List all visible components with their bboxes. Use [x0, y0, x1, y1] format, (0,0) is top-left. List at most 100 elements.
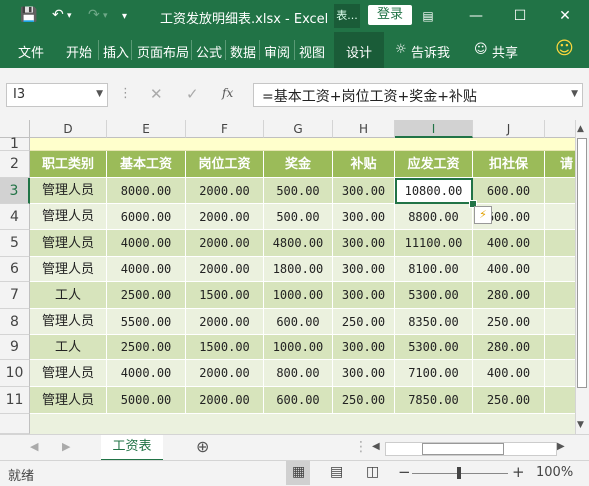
table-cell[interactable]: 4000.00	[107, 230, 186, 257]
table-cell[interactable]: 管理人员	[30, 257, 107, 282]
header-cell[interactable]: 基本工资	[107, 151, 186, 178]
tab-review[interactable]: 审阅	[264, 42, 290, 61]
row-header-2[interactable]: 2	[0, 151, 30, 178]
col-header-h[interactable]: H	[333, 120, 395, 138]
page-break-view-icon[interactable]: ◫	[366, 464, 379, 480]
zoom-in-icon[interactable]: +	[512, 463, 525, 481]
table-cell[interactable]: 400.00	[473, 230, 545, 257]
table-cell[interactable]: 8000.00	[107, 178, 186, 204]
ribbon-display-options-icon[interactable]: ▤	[418, 7, 438, 25]
formula-input[interactable]: =基本工资+岗位工资+奖金+补贴 ▼	[253, 83, 583, 107]
col-header-j[interactable]: J	[473, 120, 545, 138]
table-cell[interactable]: 300.00	[333, 335, 395, 360]
table-cell[interactable]: 400.00	[473, 360, 545, 387]
header-cell[interactable]: 职工类别	[30, 151, 107, 178]
tab-view[interactable]: 视图	[299, 42, 325, 61]
tab-formulas[interactable]: 公式	[196, 42, 222, 61]
header-cell[interactable]: 应发工资	[395, 151, 473, 178]
scroll-sheets-right-icon[interactable]: ▶	[62, 440, 70, 453]
table-cell[interactable]: 8100.00	[395, 257, 473, 282]
page-layout-view-icon[interactable]: ▤	[330, 464, 343, 480]
table-cell[interactable]: 2000.00	[186, 178, 264, 204]
table-cell[interactable]: 管理人员	[30, 360, 107, 387]
undo-dropdown-icon[interactable]: ▾	[67, 11, 72, 21]
row-header-5[interactable]: 5	[0, 230, 30, 257]
table-cell[interactable]: 1800.00	[264, 257, 333, 282]
vscroll-up-icon[interactable]: ▲	[577, 124, 584, 134]
table-cell[interactable]: 1500.00	[186, 335, 264, 360]
table-cell[interactable]: 250.00	[333, 309, 395, 335]
zoom-slider-thumb[interactable]	[457, 467, 461, 479]
vertical-scrollbar-thumb[interactable]	[577, 138, 587, 388]
row-header-12[interactable]	[0, 414, 30, 434]
table-cell[interactable]: 280.00	[473, 282, 545, 309]
table-cell[interactable]: 2500.00	[107, 335, 186, 360]
table-cell[interactable]: 5300.00	[395, 335, 473, 360]
col-header-i[interactable]: I	[395, 120, 473, 138]
maximize-icon[interactable]: ☐	[510, 7, 530, 25]
table-cell[interactable]: 2000.00	[186, 204, 264, 230]
minimize-icon[interactable]: —	[466, 7, 486, 25]
table-cell[interactable]: 2000.00	[186, 387, 264, 414]
table-cell[interactable]: 500.00	[264, 178, 333, 204]
table-cell[interactable]: 250.00	[333, 387, 395, 414]
col-header-d[interactable]: D	[30, 120, 107, 138]
table-cell[interactable]: 600.00	[264, 309, 333, 335]
table-cell[interactable]: 300.00	[333, 230, 395, 257]
table-cell[interactable]: 5300.00	[395, 282, 473, 309]
table-cell[interactable]: 800.00	[264, 360, 333, 387]
table-cell[interactable]: 250.00	[473, 387, 545, 414]
insert-function-icon[interactable]: fx	[222, 86, 233, 100]
table-cell[interactable]: 5500.00	[107, 309, 186, 335]
header-cell[interactable]: 岗位工资	[186, 151, 264, 178]
table-cell[interactable]: 1000.00	[264, 335, 333, 360]
table-cell[interactable]: 11100.00	[395, 230, 473, 257]
tab-design[interactable]: 设计	[346, 42, 372, 61]
customize-toolbar-icon[interactable]: ▾	[122, 11, 127, 22]
table-cell[interactable]: 工人	[30, 335, 107, 360]
row-header-11[interactable]: 11	[0, 387, 30, 414]
name-box-dropdown-icon[interactable]: ▼	[96, 89, 103, 99]
table-tools-context-tab[interactable]: 表...	[334, 4, 360, 28]
table-cell[interactable]: 4000.00	[107, 360, 186, 387]
table-cell[interactable]: 8350.00	[395, 309, 473, 335]
tab-page-layout[interactable]: 页面布局	[137, 42, 189, 61]
row-header-6[interactable]: 6	[0, 257, 30, 282]
table-cell[interactable]: 1000.00	[264, 282, 333, 309]
normal-view-icon[interactable]: ▦	[292, 464, 305, 480]
table-cell[interactable]: 管理人员	[30, 387, 107, 414]
close-icon[interactable]: ✕	[555, 7, 575, 25]
table-cell[interactable]: 2000.00	[186, 309, 264, 335]
zoom-out-icon[interactable]: −	[398, 463, 411, 481]
header-cell[interactable]: 奖金	[264, 151, 333, 178]
tab-file[interactable]: 文件	[18, 42, 44, 61]
table-cell[interactable]: 600.00	[264, 387, 333, 414]
hscroll-right-icon[interactable]: ▶	[557, 441, 565, 452]
table-cell[interactable]: 2500.00	[107, 282, 186, 309]
tab-home[interactable]: 开始	[66, 42, 92, 61]
name-box[interactable]: I3 ▼	[6, 83, 108, 107]
table-cell[interactable]: 280.00	[473, 335, 545, 360]
table-cell[interactable]: 4800.00	[264, 230, 333, 257]
col-header-g[interactable]: G	[264, 120, 333, 138]
table-cell[interactable]: 300.00	[333, 178, 395, 204]
col-header-e[interactable]: E	[107, 120, 186, 138]
cancel-icon[interactable]: ✕	[150, 85, 163, 103]
new-sheet-icon[interactable]: ⊕	[196, 437, 209, 456]
table-cell[interactable]: 管理人员	[30, 230, 107, 257]
header-cell[interactable]: 扣社保	[473, 151, 545, 178]
redo-icon[interactable]: ↷	[88, 7, 100, 23]
vscroll-down-icon[interactable]: ▼	[577, 420, 584, 430]
table-cell[interactable]: 5000.00	[107, 387, 186, 414]
row-header-9[interactable]: 9	[0, 335, 30, 360]
table-cell[interactable]: 管理人员	[30, 309, 107, 335]
row-header-1[interactable]: 1	[0, 137, 30, 151]
save-icon[interactable]: 💾	[20, 7, 37, 23]
redo-dropdown-icon[interactable]: ▾	[103, 11, 108, 21]
table-cell[interactable]: 2000.00	[186, 360, 264, 387]
row-header-10[interactable]: 10	[0, 360, 30, 387]
table-cell[interactable]: 500.00	[264, 204, 333, 230]
scroll-sheets-left-icon[interactable]: ◀	[30, 440, 38, 453]
table-cell[interactable]: 2000.00	[186, 257, 264, 282]
table-cell[interactable]: 300.00	[333, 360, 395, 387]
